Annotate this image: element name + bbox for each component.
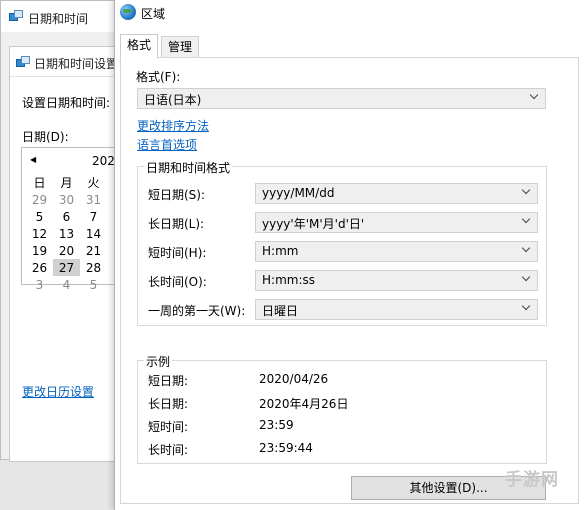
calendar-day[interactable]: 30 (53, 191, 80, 208)
datetime-formats-group: 日期和时间格式 短日期(S): yyyy/MM/dd 长日期(L): yyyy'年'M… (137, 159, 547, 326)
calendar-day[interactable]: 3 (26, 276, 53, 293)
example-value: 2020年4月26日 (259, 397, 349, 411)
prev-month-icon[interactable]: ◀ (30, 155, 36, 164)
change-sort-method-link[interactable]: 更改排序方法 (137, 117, 209, 134)
format-panel: 格式(F): 日语(日本) 更改排序方法 语言首选项 日期和时间格式 短日期(S… (120, 57, 579, 504)
calendar-day[interactable]: 28 (80, 259, 107, 276)
calendar[interactable]: ◀ 202 日月火 29 30 31 5 6 7 12 13 14 19 20 21 26 27 28 3 4 5 (21, 147, 120, 292)
calendar-day[interactable]: 5 (80, 276, 107, 293)
change-calendar-settings-link[interactable]: 更改日历设置 (22, 383, 94, 400)
format-row-label: 长日期(L): (148, 217, 205, 231)
example-value: 23:59 (259, 418, 294, 432)
weekday-header: 火 (87, 176, 100, 190)
format-row-label: 短日期(S): (148, 188, 206, 202)
format-row-select[interactable]: H:mm:ss (255, 270, 538, 291)
format-row-label: 一周的第一天(W): (148, 304, 246, 318)
chevron-down-icon (522, 187, 530, 195)
format-row-label: 长时间(O): (148, 275, 207, 289)
calendar-day[interactable]: 7 (80, 208, 107, 225)
set-datetime-label: 设置日期和时间: (22, 96, 111, 110)
region-dialog: 区域 格式 管理 格式(F): 日语(日本) 更改排序方法 语言首选项 日期和时… (114, 0, 584, 510)
example-group-title: 示例 (144, 353, 173, 370)
example-label: 长时间: (148, 443, 189, 457)
format-label: 格式(F): (136, 70, 181, 84)
format-row-value: H:mm:ss (262, 273, 315, 287)
chevron-down-icon (522, 216, 530, 224)
datetime-app-icon (9, 10, 23, 22)
calendar-day[interactable]: 26 (26, 259, 53, 276)
region-title: 区域 (141, 7, 166, 21)
calendar-day[interactable]: 5 (26, 208, 53, 225)
example-group: 示例 短日期: 2020/04/26 长日期: 2020年4月26日短时间: 23:59… (137, 353, 547, 464)
calendar-day[interactable]: 19 (26, 242, 53, 259)
chevron-down-icon (522, 303, 530, 311)
datetime-settings-icon (16, 56, 30, 68)
globe-icon (120, 4, 136, 20)
format-value: 日语(日本) (144, 93, 202, 107)
calendar-day[interactable]: 14 (80, 225, 107, 242)
format-row-select[interactable]: yyyy'年'M'月'd'日' (255, 212, 538, 233)
example-label: 短日期: (148, 374, 189, 388)
chevron-down-icon (522, 274, 530, 282)
calendar-day[interactable]: 6 (53, 208, 80, 225)
calendar-day[interactable]: 20 (53, 242, 80, 259)
calendar-day[interactable]: 21 (80, 242, 107, 259)
datetime-formats-group-title: 日期和时间格式 (144, 159, 233, 176)
datetime-settings-titlebar: 日期和时间设置 (10, 47, 121, 77)
calendar-year[interactable]: 202 (92, 154, 115, 168)
format-row-value: yyyy/MM/dd (262, 186, 335, 200)
format-row-label: 短时间(H): (148, 246, 207, 260)
tab-administrative[interactable]: 管理 (161, 36, 200, 57)
format-row-select[interactable]: H:mm (255, 241, 538, 262)
tab-format[interactable]: 格式 (120, 34, 159, 58)
format-row-value: yyyy'年'M'月'd'日' (262, 217, 365, 231)
example-label: 短时间: (148, 420, 189, 434)
calendar-day[interactable]: 27 (53, 259, 80, 276)
format-select[interactable]: 日语(日本) (137, 88, 546, 109)
background-window-title: 日期和时间 (28, 12, 89, 26)
background-window-titlebar: 日期和时间 (1, 1, 121, 32)
language-preferences-link[interactable]: 语言首选项 (137, 136, 197, 153)
weekday-header: 日 (33, 176, 46, 190)
calendar-day[interactable]: 13 (53, 225, 80, 242)
example-value: 2020/04/26 (259, 372, 329, 386)
format-row-select[interactable]: yyyy/MM/dd (255, 183, 538, 204)
calendar-day[interactable]: 29 (26, 191, 53, 208)
format-row-value: 日曜日 (262, 304, 299, 318)
example-label: 长日期: (148, 397, 189, 411)
calendar-day[interactable]: 4 (53, 276, 80, 293)
example-value: 23:59:44 (259, 441, 313, 455)
calendar-grid: 日月火 29 30 31 5 6 7 12 13 14 19 20 21 26 27 28 3 4 5 (26, 174, 107, 293)
format-row-select[interactable]: 日曜日 (255, 299, 538, 320)
calendar-day[interactable]: 31 (80, 191, 107, 208)
format-row-value: H:mm (262, 244, 299, 258)
chevron-down-icon (530, 92, 538, 100)
datetime-settings-title: 日期和时间设置 (34, 57, 119, 71)
date-label: 日期(D): (22, 130, 69, 144)
watermark: 手游网 (505, 470, 559, 490)
chevron-down-icon (522, 245, 530, 253)
weekday-header: 月 (60, 176, 73, 190)
calendar-day[interactable]: 12 (26, 225, 53, 242)
region-titlebar: 区域 (115, 0, 584, 28)
